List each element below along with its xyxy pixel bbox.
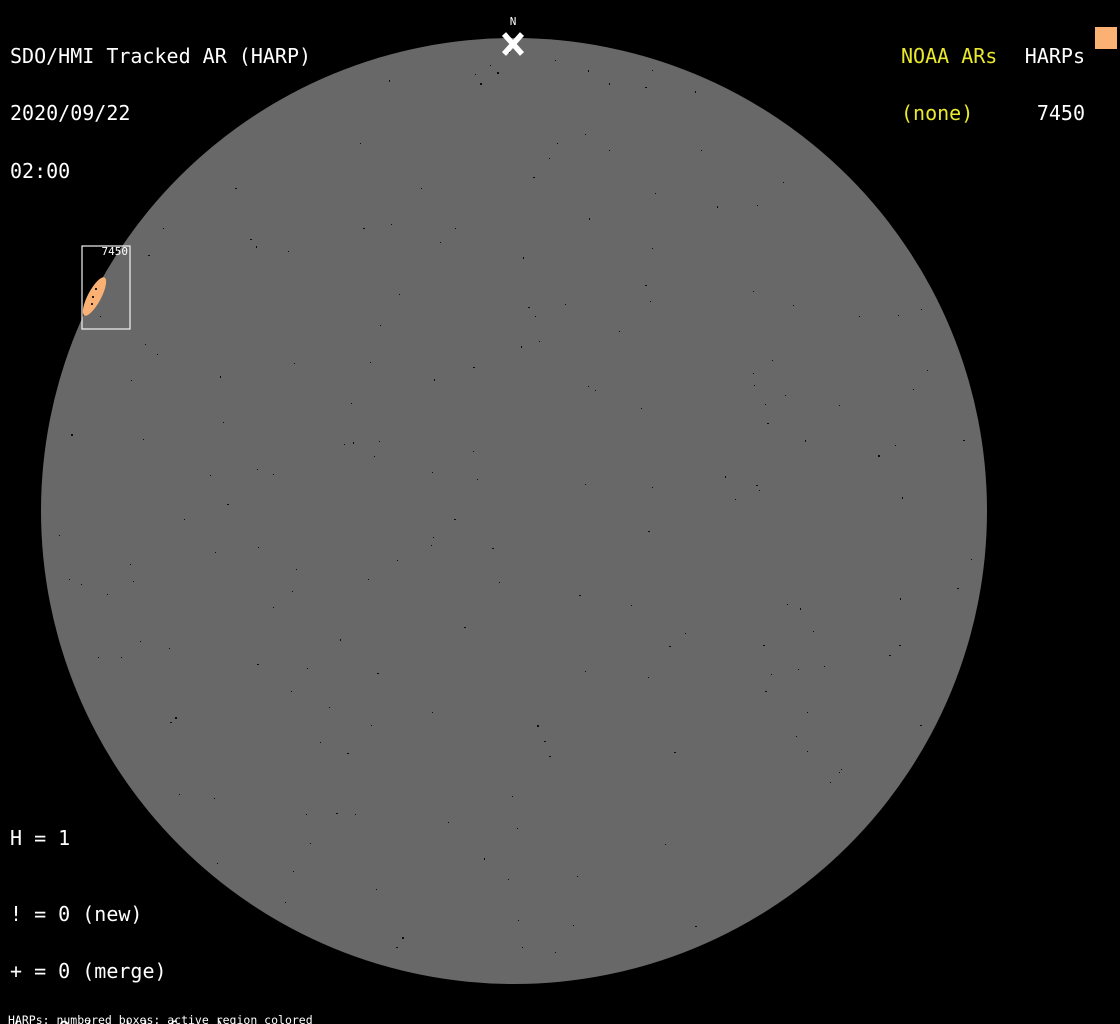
observation-time: 02:00 (10, 162, 311, 181)
legend-item-merge: + = 0 (merge) (10, 962, 239, 981)
footer-caption-harps: HARPs: numbered boxes; active region col… (8, 1014, 410, 1024)
legend-harp-count: H = 1 (10, 829, 70, 848)
page-title: SDO/HMI Tracked AR (HARP) (10, 47, 311, 66)
noaa-ars-block: NOAA ARs (none) (901, 8, 997, 162)
noaa-ars-value: (none) (901, 104, 997, 123)
observation-date: 2020/09/22 (10, 104, 311, 123)
harps-value: 7450 (985, 104, 1085, 123)
footer-caption: HARPs: numbered boxes; active region col… (8, 990, 410, 1024)
harps-color-swatch (1095, 27, 1117, 49)
legend-item-new: ! = 0 (new) (10, 905, 239, 924)
title-block: SDO/HMI Tracked AR (HARP) 2020/09/22 02:… (10, 8, 311, 220)
harp-region-number: 7450 (82, 246, 128, 258)
north-pole-label: N (510, 15, 517, 28)
harps-label: HARPs (985, 47, 1085, 66)
noaa-ars-label: NOAA ARs (901, 47, 997, 66)
harps-block: HARPs 7450 (985, 8, 1085, 162)
harp-plot: SDO/HMI Tracked AR (HARP) 2020/09/22 02:… (0, 0, 1120, 1024)
